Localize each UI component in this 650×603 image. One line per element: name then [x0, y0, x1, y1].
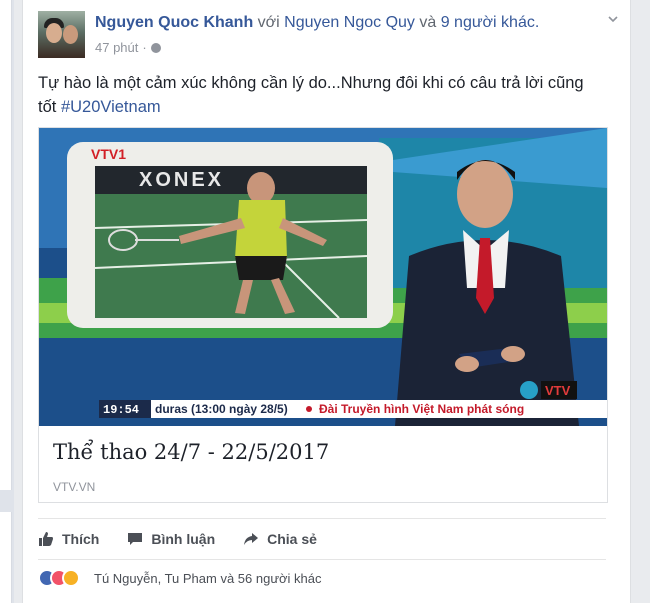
- thumbs-up-icon: [39, 532, 53, 546]
- chevron-down-icon[interactable]: [608, 14, 618, 24]
- meta-separator: ·: [142, 40, 147, 55]
- wow-reaction-icon: [62, 569, 80, 587]
- like-label: Thích: [62, 531, 100, 547]
- post-header: Nguyen Quoc Khanh với Nguyen Ngoc Quy và…: [95, 14, 539, 32]
- link-title[interactable]: Thể thao 24/7 - 22/5/2017: [53, 440, 329, 464]
- reaction-icons: [38, 569, 80, 587]
- author-name-link[interactable]: Nguyen Quoc Khanh: [95, 14, 253, 31]
- reactions-summary[interactable]: Tú Nguyễn, Tu Pham và 56 người khác: [38, 567, 322, 589]
- video-thumbnail-image: VTV1 XONEX VTV 19:54 duras (13:00 ngày 2…: [39, 128, 607, 426]
- post-text-line2: tốt: [38, 98, 61, 116]
- post-action-bar: Thích Bình luận Chia sẻ: [38, 518, 606, 560]
- comment-button[interactable]: Bình luận: [127, 531, 215, 547]
- link-preview-card[interactable]: VTV1 XONEX VTV 19:54 duras (13:00 ngày 2…: [38, 127, 608, 503]
- ticker-text-2: Đài Truyền hình Việt Nam phát sóng: [319, 402, 524, 416]
- ticker-text: duras (13:00 ngày 28/5): [155, 402, 288, 416]
- others-link[interactable]: 9 người khác.: [441, 14, 540, 31]
- corner-logo: VTV: [545, 383, 571, 398]
- share-button[interactable]: Chia sẻ: [243, 531, 317, 547]
- sponsor-banner: XONEX: [139, 169, 224, 191]
- left-column-card: [0, 0, 12, 490]
- post-timestamp[interactable]: 47 phút: [95, 40, 138, 55]
- with-text: với: [253, 14, 285, 31]
- author-avatar[interactable]: [38, 11, 85, 58]
- post-text-line1: Tự hào là một cảm xúc không cần lý do...…: [38, 74, 584, 92]
- globe-icon[interactable]: [150, 42, 161, 53]
- left-column-card: [0, 512, 12, 603]
- share-arrow-icon: [244, 533, 259, 545]
- reaction-names[interactable]: Tú Nguyễn, Tu Pham và 56 người khác: [94, 571, 322, 586]
- and-text: và: [414, 14, 441, 31]
- hashtag-link[interactable]: #U20Vietnam: [61, 98, 161, 116]
- post-message: Tự hào là một cảm xúc không cần lý do...…: [38, 71, 608, 119]
- feed-post: Nguyen Quoc Khanh với Nguyen Ngoc Quy và…: [22, 0, 631, 603]
- video-thumbnail[interactable]: VTV1 XONEX VTV 19:54 duras (13:00 ngày 2…: [39, 128, 607, 426]
- like-button[interactable]: Thích: [38, 531, 99, 547]
- ticker-clock: 19:54: [103, 403, 139, 417]
- right-background: [630, 0, 650, 603]
- channel-logo: VTV1: [91, 146, 126, 162]
- tagged-person-link[interactable]: Nguyen Ngoc Quy: [284, 14, 415, 31]
- link-source-domain: VTV.VN: [53, 480, 96, 494]
- share-label: Chia sẻ: [267, 531, 317, 547]
- comment-label: Bình luận: [151, 531, 216, 547]
- comment-icon: [128, 533, 143, 545]
- post-meta: 47 phút ·: [95, 40, 161, 55]
